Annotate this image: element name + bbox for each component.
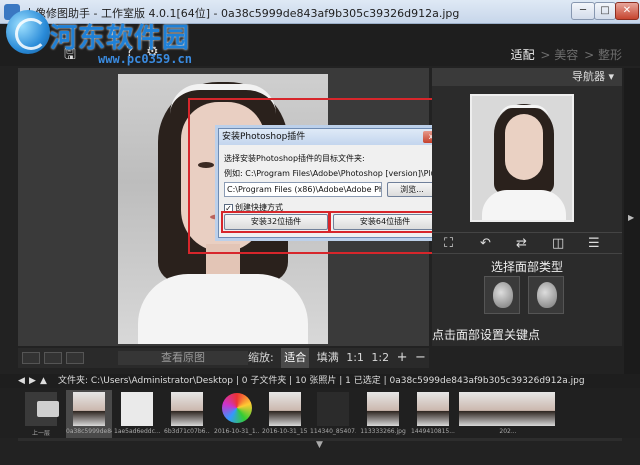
zoom-controls: 缩放: 适合 填满 1:1 1:2 + − bbox=[248, 348, 430, 368]
thumbnail-item[interactable]: 2016-10-31_1... bbox=[214, 390, 260, 438]
side-panel: 导航器 ▾ ⛶ ↶ ⇄ ◫ ☰ 选择面部类型 点击面部设置关键点 bbox=[432, 68, 622, 346]
thumbnail-caption: 0a38c5999de843af9b... bbox=[66, 428, 112, 435]
front-head-icon bbox=[493, 282, 513, 308]
tab-beauty[interactable]: > 美容 bbox=[540, 48, 578, 62]
thumbnail-caption: 1ae5ad6eddc... bbox=[114, 428, 160, 435]
thumbnail-caption: 113333266.jpg bbox=[360, 428, 406, 435]
expand-down-icon[interactable]: ▼ bbox=[316, 440, 323, 450]
view-original-button[interactable]: 查看原图 bbox=[118, 351, 248, 365]
thumbnail-caption: 2016-10-31_1... bbox=[214, 428, 260, 435]
watermark-logo-icon bbox=[6, 10, 50, 54]
folder-path-text: 文件夹: C:\Users\Administrator\Desktop | 0 … bbox=[58, 376, 585, 386]
collapse-arrow-icon[interactable]: ▶ bbox=[628, 213, 634, 222]
thumbnail-caption: 114340_85407... bbox=[310, 428, 356, 435]
dialog-example: 例如: C:\Program Files\Adobe\Photoshop [ve… bbox=[224, 169, 438, 178]
back-icon[interactable]: ◀ bbox=[18, 374, 25, 388]
dialog-title: 安装Photoshop插件 bbox=[222, 132, 306, 142]
folder-up-icon bbox=[37, 401, 59, 417]
side-head-icon bbox=[537, 282, 557, 308]
dialog-prompt: 选择安装Photoshop插件的目标文件夹: bbox=[224, 154, 365, 163]
forward-icon[interactable]: ▶ bbox=[29, 374, 36, 388]
thumbnail-caption: 2016-10-31_15... bbox=[262, 428, 308, 435]
thumbnail-item[interactable]: 6b3d71c07b6... bbox=[164, 390, 210, 438]
mode-tabs: 适配 > 美容 > 整形 bbox=[509, 46, 622, 63]
dialog-title-bar: 安装Photoshop插件 x bbox=[219, 129, 441, 145]
tab-fit[interactable]: 适配 bbox=[511, 48, 535, 62]
thumbnail-strip: 上一层 0a38c5999de843af9b... 1ae5ad6eddc...… bbox=[0, 388, 640, 438]
plugin-path-input[interactable]: C:\Program Files (x86)\Adobe\Adobe Photo… bbox=[224, 182, 382, 197]
browse-button[interactable]: 浏览... bbox=[387, 182, 437, 197]
highlight-box-64bit bbox=[329, 211, 440, 233]
zoom-1to1-button[interactable]: 1:1 bbox=[346, 348, 364, 368]
install-plugin-dialog: 安装Photoshop插件 x 选择安装Photoshop插件的目标文件夹: 例… bbox=[218, 128, 442, 238]
thumbnail-item[interactable]: 1449410815... bbox=[410, 390, 456, 438]
watermark-logo: 河东软件园 www.pc0359.cn bbox=[6, 10, 206, 66]
zoom-1to2-button[interactable]: 1:2 bbox=[371, 348, 389, 368]
thumbnail-caption: 上一层 bbox=[31, 430, 50, 437]
menu-icon[interactable]: ☰ bbox=[588, 236, 600, 251]
zoom-out-icon[interactable]: − bbox=[415, 348, 426, 368]
undo-icon[interactable]: ↶ bbox=[480, 236, 491, 251]
single-view-button[interactable] bbox=[22, 352, 40, 364]
zoom-fill-button[interactable]: 填满 bbox=[317, 348, 339, 368]
thumbnail-caption: 1449410815... bbox=[411, 428, 455, 435]
flip-icon[interactable]: ⇄ bbox=[516, 236, 527, 251]
thumbnail-item[interactable]: 114340_85407... bbox=[310, 390, 356, 438]
side-tools: ⛶ ↶ ⇄ ◫ ☰ bbox=[432, 232, 622, 254]
watermark-site-name: 河东软件园 bbox=[50, 23, 190, 54]
zoom-label: 缩放: bbox=[248, 351, 274, 364]
front-face-button[interactable] bbox=[484, 276, 520, 314]
thumbnail-caption: 202... bbox=[499, 428, 517, 435]
compare-icon[interactable]: ◫ bbox=[552, 236, 564, 251]
keypoint-label: 点击面部设置关键点 bbox=[432, 328, 541, 342]
navigator-thumbnail[interactable] bbox=[470, 94, 574, 222]
face-type-label: 选择面部类型 bbox=[490, 260, 563, 274]
close-button[interactable]: ✕ bbox=[615, 2, 639, 20]
tab-reshape[interactable]: > 整形 bbox=[584, 48, 622, 62]
thumbnail-item[interactable]: 1ae5ad6eddc... bbox=[114, 390, 160, 438]
folder-path-bar: ◀ ▶ ▲ 文件夹: C:\Users\Administrator\Deskto… bbox=[0, 374, 640, 388]
thumbnail-item[interactable]: 113333266.jpg bbox=[360, 390, 406, 438]
compare-view-button[interactable] bbox=[66, 352, 84, 364]
thumbnail-up-folder[interactable]: 上一层 bbox=[18, 390, 64, 438]
thumbnail-item[interactable]: 0a38c5999de843af9b... bbox=[66, 390, 112, 438]
watermark-url: www.pc0359.cn bbox=[98, 52, 192, 66]
crop-icon[interactable]: ⛶ bbox=[444, 236, 453, 251]
up-folder-icon[interactable]: ▲ bbox=[40, 374, 47, 388]
navigator-header[interactable]: 导航器 ▾ bbox=[432, 68, 622, 86]
app-window: 人像修图助手 - 工作室版 4.0.1[64位] - 0a38c5999de84… bbox=[0, 0, 640, 465]
right-collapse-strip[interactable]: ▶ bbox=[624, 68, 640, 374]
minimize-button[interactable]: ─ bbox=[571, 2, 595, 20]
zoom-in-icon[interactable]: + bbox=[397, 348, 408, 368]
thumbnail-item[interactable]: 202... bbox=[458, 390, 558, 438]
maximize-button[interactable]: □ bbox=[594, 2, 616, 20]
highlight-box-32bit bbox=[221, 211, 330, 233]
thumbnail-caption: 6b3d71c07b6... bbox=[164, 428, 210, 435]
zoom-fit-button[interactable]: 适合 bbox=[281, 348, 310, 368]
thumbnail-item[interactable]: 2016-10-31_15... bbox=[262, 390, 308, 438]
side-face-button[interactable] bbox=[528, 276, 564, 314]
split-view-button[interactable] bbox=[44, 352, 62, 364]
